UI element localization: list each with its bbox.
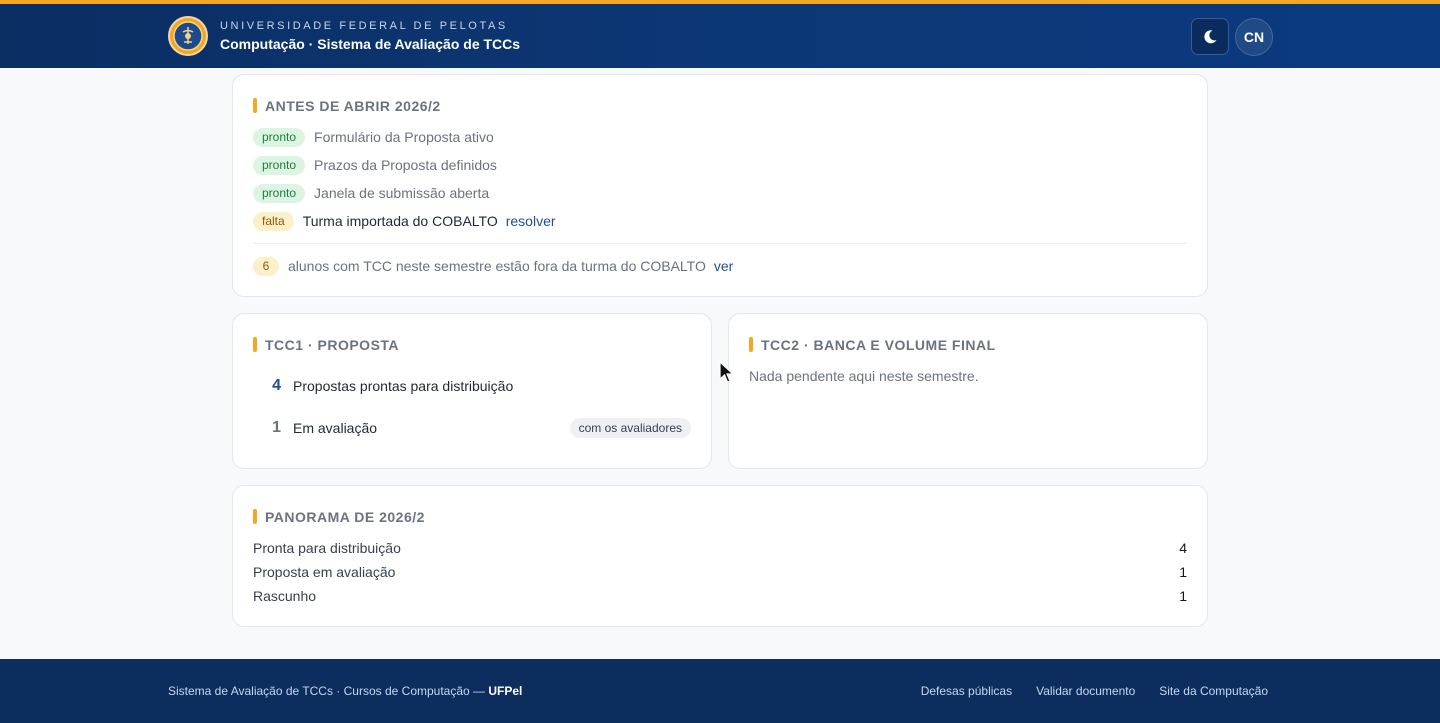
ready-label: Propostas prontas para distribuição <box>293 378 514 394</box>
status-badge: pronto <box>253 155 306 175</box>
tcc1-row-evaluation[interactable]: 1 Em avaliação com os avaliadores <box>259 418 691 438</box>
panorama-value: 1 <box>1179 588 1187 604</box>
warning-row: 6 alunos com TCC neste semestre estão fo… <box>253 256 733 276</box>
tcc2-empty-message: Nada pendente aqui neste semestre. <box>749 368 979 384</box>
checklist-title: ANTES DE ABRIR 2026/2 <box>253 98 441 114</box>
footer: Sistema de Avaliação de TCCs · Cursos de… <box>0 659 1440 723</box>
moon-icon <box>1204 29 1217 43</box>
resolve-link[interactable]: resolver <box>506 213 556 229</box>
evaluation-label: Em avaliação <box>293 420 378 436</box>
tcc1-row-ready[interactable]: 4 Propostas prontas para distribuição <box>259 376 513 396</box>
theme-toggle-button[interactable] <box>1191 18 1229 55</box>
divider <box>253 243 1187 244</box>
panorama-card: PANORAMA DE 2026/2 Pronta para distribui… <box>232 485 1208 627</box>
panorama-row: Rascunho 1 <box>253 588 1187 606</box>
tcc1-title: TCC1 · PROPOSTA <box>253 337 399 353</box>
tcc1-card: TCC1 · PROPOSTA 4 Propostas prontas para… <box>232 313 712 469</box>
panorama-row: Proposta em avaliação 1 <box>253 564 1187 582</box>
system-title: Computação · Sistema de Avaliação de TCC… <box>220 36 521 52</box>
checklist-item: pronto Prazos da Proposta definidos <box>253 155 497 175</box>
tcc2-card: TCC2 · BANCA E VOLUME FINAL Nada pendent… <box>728 313 1208 469</box>
footer-credits: Sistema de Avaliação de TCCs · Cursos de… <box>168 684 522 698</box>
evaluation-count: 1 <box>272 419 281 436</box>
warning-count-badge: 6 <box>253 256 279 276</box>
panorama-row: Pronta para distribuição 4 <box>253 540 1187 558</box>
footer-link-validate-document[interactable]: Validar documento <box>1036 684 1135 698</box>
footer-links: Defesas públicas Validar documento Site … <box>921 684 1268 698</box>
panorama-value: 1 <box>1179 564 1187 580</box>
mouse-cursor-icon <box>719 361 735 383</box>
status-badge: pronto <box>253 183 306 203</box>
footer-link-public-defenses[interactable]: Defesas públicas <box>921 684 1012 698</box>
checklist-item-label: Formulário da Proposta ativo <box>314 129 494 145</box>
checklist-item-label: Prazos da Proposta definidos <box>314 157 497 173</box>
university-logo-icon <box>168 16 208 56</box>
view-link[interactable]: ver <box>714 258 733 274</box>
panorama-title: PANORAMA DE 2026/2 <box>253 509 425 525</box>
ready-count: 4 <box>272 377 281 394</box>
brand[interactable]: UNIVERSIDADE FEDERAL DE PELOTAS Computaç… <box>168 16 520 56</box>
panorama-label: Proposta em avaliação <box>253 564 396 580</box>
footer-brand: UFPel <box>488 684 523 698</box>
top-bar: UNIVERSIDADE FEDERAL DE PELOTAS Computaç… <box>0 0 1440 68</box>
checklist-item-label: Janela de submissão aberta <box>314 185 490 201</box>
university-name: UNIVERSIDADE FEDERAL DE PELOTAS <box>220 20 508 32</box>
checklist-item: pronto Janela de submissão aberta <box>253 183 489 203</box>
footer-text: Sistema de Avaliação de TCCs · Cursos de… <box>168 684 489 698</box>
panorama-value: 4 <box>1179 540 1187 556</box>
user-avatar[interactable]: CN <box>1235 18 1273 56</box>
footer-link-computing-site[interactable]: Site da Computação <box>1159 684 1268 698</box>
evaluators-tag: com os avaliadores <box>569 418 691 438</box>
tcc2-title: TCC2 · BANCA E VOLUME FINAL <box>749 337 996 353</box>
warning-text: alunos com TCC neste semestre estão fora… <box>288 258 706 274</box>
checklist-item: falta Turma importada do COBALTO resolve… <box>253 211 556 231</box>
status-badge: pronto <box>253 127 306 147</box>
panorama-label: Rascunho <box>253 588 317 604</box>
panorama-label: Pronta para distribuição <box>253 540 401 556</box>
checklist-item: pronto Formulário da Proposta ativo <box>253 127 494 147</box>
status-badge: falta <box>253 211 294 231</box>
checklist-item-label: Turma importada do COBALTO <box>302 213 498 229</box>
checklist-card: ANTES DE ABRIR 2026/2 pronto Formulário … <box>232 74 1208 297</box>
